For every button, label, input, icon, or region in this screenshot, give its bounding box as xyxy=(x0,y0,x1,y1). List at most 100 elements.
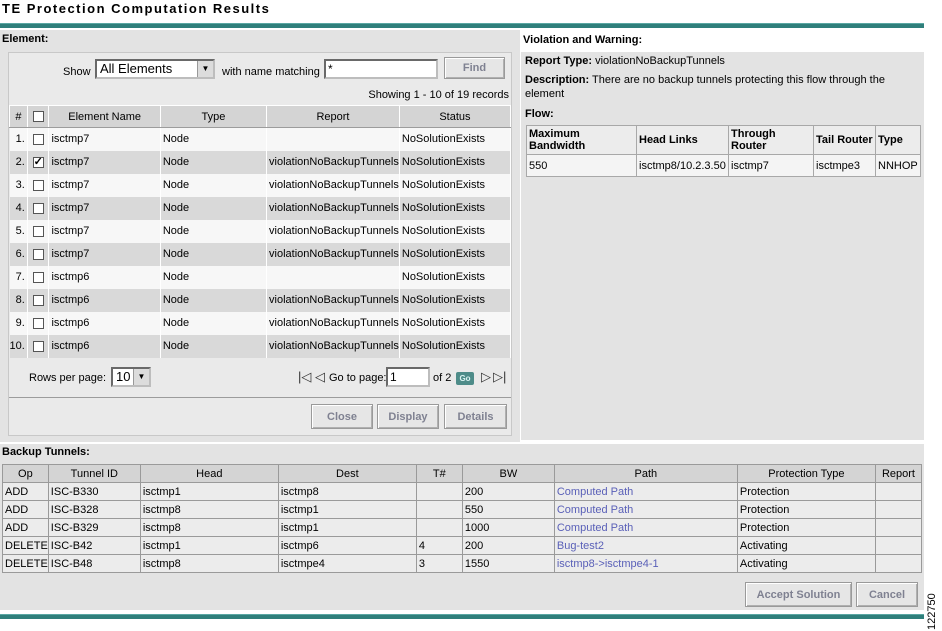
table-row[interactable]: 4. isctmp7 Node violationNoBackupTunnels NoS… xyxy=(9,196,512,220)
page-title: TE Protection Computation Results xyxy=(2,1,271,16)
tunnel-cell: Activating xyxy=(736,536,876,555)
path-link[interactable]: Computed Path xyxy=(553,482,738,501)
prev-page-icon[interactable]: ◁ xyxy=(315,369,325,385)
tunnel-cell: ADD xyxy=(2,518,49,537)
next-page-icon[interactable]: ▷ xyxy=(481,369,491,385)
table-row[interactable]: 8. isctmp6 Node violationNoBackupTunnels NoS… xyxy=(9,288,512,312)
tunnel-row[interactable]: ADD ISC-B328 isctmp8 isctmp1 550 Computed Pat… xyxy=(2,500,923,519)
tunnel-col-header[interactable]: Head xyxy=(139,464,279,483)
table-row[interactable]: 10. isctmp6 Node violationNoBackupTunnels No… xyxy=(9,334,512,358)
tunnel-col-header[interactable]: Protection Type xyxy=(736,464,876,483)
tunnel-cell: isctmp8 xyxy=(139,500,279,519)
row-select-cell[interactable] xyxy=(27,242,50,266)
row-checkbox[interactable] xyxy=(32,317,44,329)
details-button[interactable]: Details xyxy=(444,404,507,429)
col-element-name[interactable]: Element Name xyxy=(48,105,161,128)
row-checkbox[interactable] xyxy=(32,271,44,283)
row-select-cell[interactable] xyxy=(27,311,50,335)
report-type-value: violationNoBackupTunnels xyxy=(595,55,725,67)
col-select-all[interactable] xyxy=(26,105,50,128)
tunnel-cell: Protection xyxy=(736,518,876,537)
row-select-cell[interactable] xyxy=(27,334,50,358)
accept-solution-button[interactable]: Accept Solution xyxy=(745,582,852,607)
tunnel-cell xyxy=(874,500,923,519)
cell-status: NoSolutionExists xyxy=(399,242,512,266)
tunnel-col-header[interactable]: Report xyxy=(874,464,923,483)
first-page-icon[interactable]: |◁ xyxy=(298,369,311,385)
find-button[interactable]: Find xyxy=(444,57,505,79)
row-checkbox[interactable] xyxy=(32,202,44,214)
row-select-cell[interactable] xyxy=(27,127,50,151)
col-report[interactable]: Report xyxy=(266,105,400,128)
tunnel-row[interactable]: ADD ISC-B329 isctmp8 isctmp1 1000 Computed Pa… xyxy=(2,518,923,537)
page-count: of 2 xyxy=(433,372,452,384)
col-status[interactable]: Status xyxy=(398,105,512,128)
tunnel-cell: ISC-B328 xyxy=(47,500,141,519)
row-checkbox[interactable] xyxy=(32,179,44,191)
path-link[interactable]: Bug-test2 xyxy=(553,536,738,555)
pager: Rows per page: 10 ▼ |◁ ◁ Go to page: 1 o… xyxy=(9,361,511,391)
cell-report: violationNoBackupTunnels xyxy=(266,196,400,220)
cell-status: NoSolutionExists xyxy=(399,219,512,243)
tunnel-col-header[interactable]: T# xyxy=(415,464,463,483)
col-type[interactable]: Type xyxy=(159,105,268,128)
row-select-cell[interactable] xyxy=(27,196,50,220)
backup-section-label: Backup Tunnels: xyxy=(2,446,90,458)
tunnel-row[interactable]: ADD ISC-B330 isctmp1 isctmp8 200 Computed Pat… xyxy=(2,482,923,501)
path-link[interactable]: Computed Path xyxy=(553,518,738,537)
tunnel-row[interactable]: DELETE ISC-B48 isctmp8 isctmpe4 3 1550 isctmp8… xyxy=(2,554,923,573)
row-checkbox[interactable] xyxy=(32,133,44,145)
row-select-cell[interactable] xyxy=(27,288,50,312)
table-row[interactable]: 7. isctmp6 Node NoSolutionExists xyxy=(9,265,512,289)
cancel-button[interactable]: Cancel xyxy=(856,582,918,607)
tunnel-cell: isctmpe4 xyxy=(277,554,417,573)
tunnel-cell: isctmp1 xyxy=(139,536,279,555)
display-button[interactable]: Display xyxy=(377,404,439,429)
tunnel-cell: isctmp1 xyxy=(277,518,417,537)
row-select-cell[interactable] xyxy=(27,150,50,174)
close-button[interactable]: Close xyxy=(311,404,373,429)
row-checkbox[interactable] xyxy=(32,294,44,306)
cell-name: isctmp7 xyxy=(48,219,161,243)
tunnel-row[interactable]: DELETE ISC-B42 isctmp1 isctmp6 4 200 Bug-test2… xyxy=(2,536,923,555)
cell-name: isctmp7 xyxy=(48,127,161,151)
row-checkbox[interactable] xyxy=(32,248,44,260)
table-row[interactable]: 9. isctmp6 Node violationNoBackupTunnels NoS… xyxy=(9,311,512,335)
select-all-checkbox[interactable] xyxy=(32,111,44,123)
table-row[interactable]: 3. isctmp7 Node violationNoBackupTunnels NoS… xyxy=(9,173,512,197)
tunnel-col-header[interactable]: Op xyxy=(2,464,49,483)
tunnel-col-header[interactable]: BW xyxy=(461,464,555,483)
cell-type: Node xyxy=(160,219,268,243)
tunnel-cell: isctmp1 xyxy=(139,482,279,501)
show-select-value: All Elements xyxy=(100,61,173,76)
row-select-cell[interactable] xyxy=(27,265,50,289)
row-select-cell[interactable] xyxy=(27,173,50,197)
cell-status: NoSolutionExists xyxy=(399,265,512,289)
flow-col-header: Through Router xyxy=(728,125,814,155)
tunnel-cell xyxy=(415,482,463,501)
row-checkbox[interactable] xyxy=(32,340,44,352)
cell-status: NoSolutionExists xyxy=(399,127,512,151)
tunnel-col-header[interactable]: Path xyxy=(553,464,738,483)
row-checkbox[interactable] xyxy=(32,155,44,168)
row-select-cell[interactable] xyxy=(27,219,50,243)
rows-per-page-select[interactable]: 10 ▼ xyxy=(111,367,151,387)
tunnel-col-header[interactable]: Dest xyxy=(277,464,417,483)
name-match-input[interactable]: * xyxy=(324,59,438,79)
tunnel-cell: ADD xyxy=(2,500,49,519)
tunnel-cell: isctmp8 xyxy=(277,482,417,501)
table-row[interactable]: 1. isctmp7 Node NoSolutionExists xyxy=(9,127,512,151)
path-link[interactable]: Computed Path xyxy=(553,500,738,519)
last-page-icon[interactable]: ▷| xyxy=(493,369,506,385)
go-button[interactable]: Go xyxy=(456,372,474,385)
row-checkbox[interactable] xyxy=(32,225,44,237)
page-input[interactable]: 1 xyxy=(386,367,430,387)
rows-per-page-value: 10 xyxy=(116,369,131,384)
tunnel-cell: ISC-B330 xyxy=(47,482,141,501)
show-select[interactable]: All Elements ▼ xyxy=(95,59,215,79)
table-row[interactable]: 6. isctmp7 Node violationNoBackupTunnels NoS… xyxy=(9,242,512,266)
table-row[interactable]: 5. isctmp7 Node violationNoBackupTunnels NoS… xyxy=(9,219,512,243)
table-row[interactable]: 2. isctmp7NodeviolationNoBackupTunnelsNoS… xyxy=(9,150,512,174)
path-link[interactable]: isctmp8->isctmpe4-1 xyxy=(553,554,738,573)
tunnel-col-header[interactable]: Tunnel ID xyxy=(47,464,141,483)
